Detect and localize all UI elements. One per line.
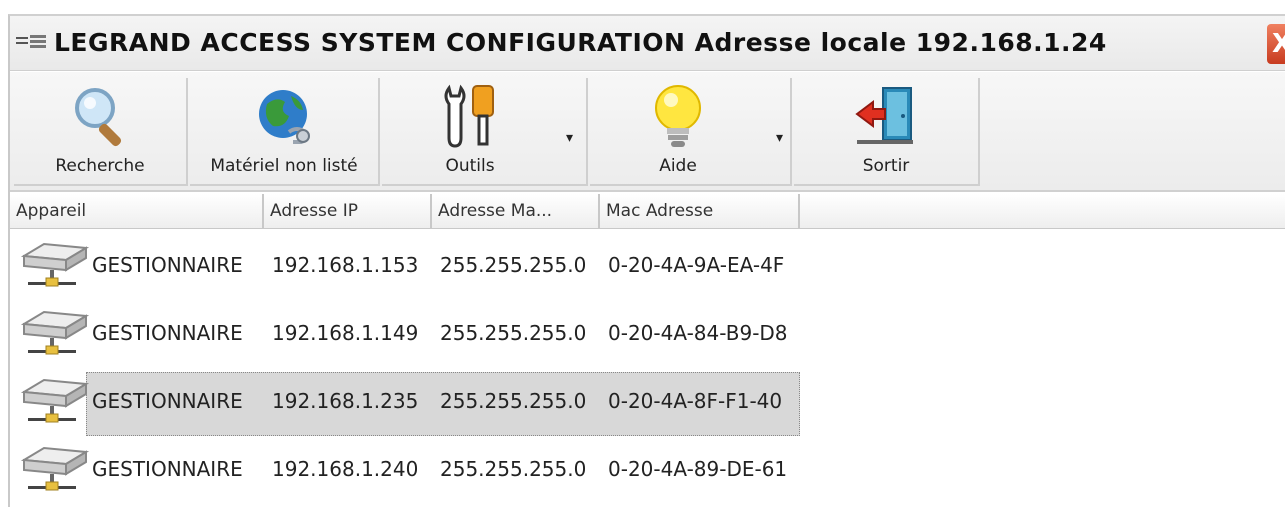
- tools-button[interactable]: Outils ▾: [382, 78, 588, 186]
- column-header-device[interactable]: Appareil: [10, 194, 264, 228]
- subnet-mask: 255.255.255.0: [440, 457, 587, 481]
- server-device-icon: [20, 242, 90, 287]
- device-name: GESTIONNAIRE: [92, 321, 243, 345]
- lightbulb-icon: [655, 85, 701, 147]
- subnet-mask: 255.255.255.0: [440, 389, 587, 413]
- column-header-mac[interactable]: Mac Adresse: [600, 194, 800, 228]
- tools-button-label: Outils: [445, 156, 495, 176]
- close-button[interactable]: X: [1267, 24, 1285, 64]
- ip-address: 192.168.1.153: [272, 253, 419, 277]
- server-device-icon: [20, 378, 90, 423]
- device-name: GESTIONNAIRE: [92, 389, 243, 413]
- title-bar[interactable]: LEGRAND ACCESS SYSTEM CONFIGURATION Adre…: [10, 16, 1285, 71]
- subnet-mask: 255.255.255.0: [440, 253, 587, 277]
- device-name: GESTIONNAIRE: [92, 253, 243, 277]
- subnet-mask: 255.255.255.0: [440, 321, 587, 345]
- exit-button[interactable]: Sortir: [794, 78, 980, 186]
- app-window: LEGRAND ACCESS SYSTEM CONFIGURATION Adre…: [8, 14, 1285, 507]
- ip-address: 192.168.1.149: [272, 321, 419, 345]
- column-header-ip[interactable]: Adresse IP: [264, 194, 432, 228]
- app-icon: [16, 35, 46, 48]
- table-row-selected[interactable]: GESTIONNAIRE 192.168.1.235 255.255.255.0…: [10, 368, 810, 436]
- globe-network-icon: [259, 90, 310, 144]
- column-header-mask[interactable]: Adresse Ma...: [432, 194, 600, 228]
- mac-address: 0-20-4A-9A-EA-4F: [608, 253, 785, 277]
- unlisted-hardware-button-label: Matériel non listé: [210, 156, 358, 176]
- device-name: GESTIONNAIRE: [92, 457, 243, 481]
- mac-address: 0-20-4A-89-DE-61: [608, 457, 788, 481]
- help-dropdown-arrow[interactable]: ▾: [776, 130, 783, 146]
- server-device-icon: [20, 310, 90, 355]
- search-button-label: Recherche: [55, 156, 145, 176]
- toolbar: Recherche Matériel non listé Outils ▾ Ai…: [10, 72, 1285, 192]
- table-row[interactable]: GESTIONNAIRE 192.168.1.149 255.255.255.0…: [10, 300, 810, 366]
- ip-address: 192.168.1.235: [272, 389, 419, 413]
- device-list[interactable]: Appareil Adresse IP Adresse Ma... Mac Ad…: [10, 194, 1285, 507]
- help-button[interactable]: Aide ▾: [590, 78, 792, 186]
- mac-address: 0-20-4A-8F-F1-40: [608, 389, 783, 413]
- window-title: LEGRAND ACCESS SYSTEM CONFIGURATION Adre…: [54, 28, 1107, 57]
- search-button[interactable]: Recherche: [14, 78, 188, 186]
- mac-address: 0-20-4A-84-B9-D8: [608, 321, 788, 345]
- help-button-label: Aide: [659, 156, 697, 176]
- table-row[interactable]: GESTIONNAIRE 192.168.1.240 255.255.255.0…: [10, 436, 810, 502]
- exit-button-label: Sortir: [862, 156, 910, 176]
- tools-dropdown-arrow[interactable]: ▾: [566, 130, 573, 146]
- table-row[interactable]: GESTIONNAIRE 192.168.1.153 255.255.255.0…: [10, 232, 810, 298]
- list-header: Appareil Adresse IP Adresse Ma... Mac Ad…: [10, 194, 1285, 229]
- server-device-icon: [20, 446, 90, 491]
- magnifier-icon: [75, 88, 122, 147]
- ip-address: 192.168.1.240: [272, 457, 419, 481]
- exit-door-icon: [855, 87, 913, 144]
- tools-icon: [444, 84, 494, 148]
- unlisted-hardware-button[interactable]: Matériel non listé: [190, 78, 380, 186]
